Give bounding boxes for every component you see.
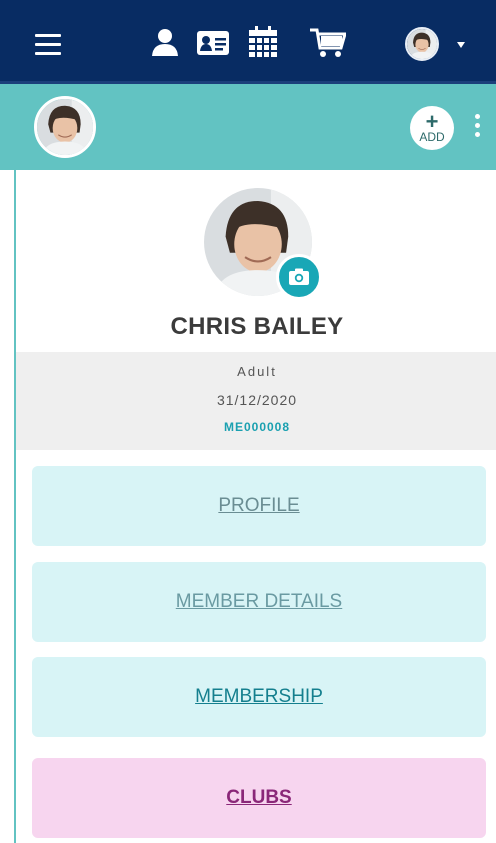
cart-icon[interactable] (310, 28, 346, 58)
add-button[interactable]: + ADD (410, 106, 454, 150)
member-id: ME000008 (223, 420, 291, 434)
top-navigation-bar (0, 0, 496, 84)
profile-link[interactable]: PROFILE (32, 466, 486, 546)
calendar-icon[interactable] (248, 26, 278, 58)
member-name: CHRIS BAILEY (170, 313, 344, 340)
member-details-link[interactable]: MEMBER DETAILS (32, 562, 486, 642)
clubs-link[interactable]: CLUBS (32, 758, 486, 838)
id-card-icon[interactable] (196, 30, 230, 56)
member-type: Adult (237, 364, 277, 379)
account-switcher-bar: + ADD (0, 84, 496, 170)
change-photo-button[interactable] (276, 254, 322, 300)
caret-down-icon[interactable] (457, 42, 465, 48)
add-button-label: ADD (419, 129, 445, 144)
member-date: 31/12/2020 (216, 392, 298, 408)
camera-icon (289, 268, 309, 285)
more-options-icon[interactable] (473, 114, 481, 140)
account-avatar[interactable] (34, 96, 96, 158)
user-icon[interactable] (150, 27, 180, 57)
menu-icon[interactable] (35, 34, 61, 55)
user-avatar[interactable] (405, 27, 439, 61)
member-panel: CHRIS BAILEY Adult 31/12/2020 ME000008 P… (14, 170, 496, 843)
membership-link[interactable]: MEMBERSHIP (32, 657, 486, 737)
plus-icon: + (425, 108, 439, 134)
member-info: Adult 31/12/2020 ME000008 (16, 352, 496, 450)
